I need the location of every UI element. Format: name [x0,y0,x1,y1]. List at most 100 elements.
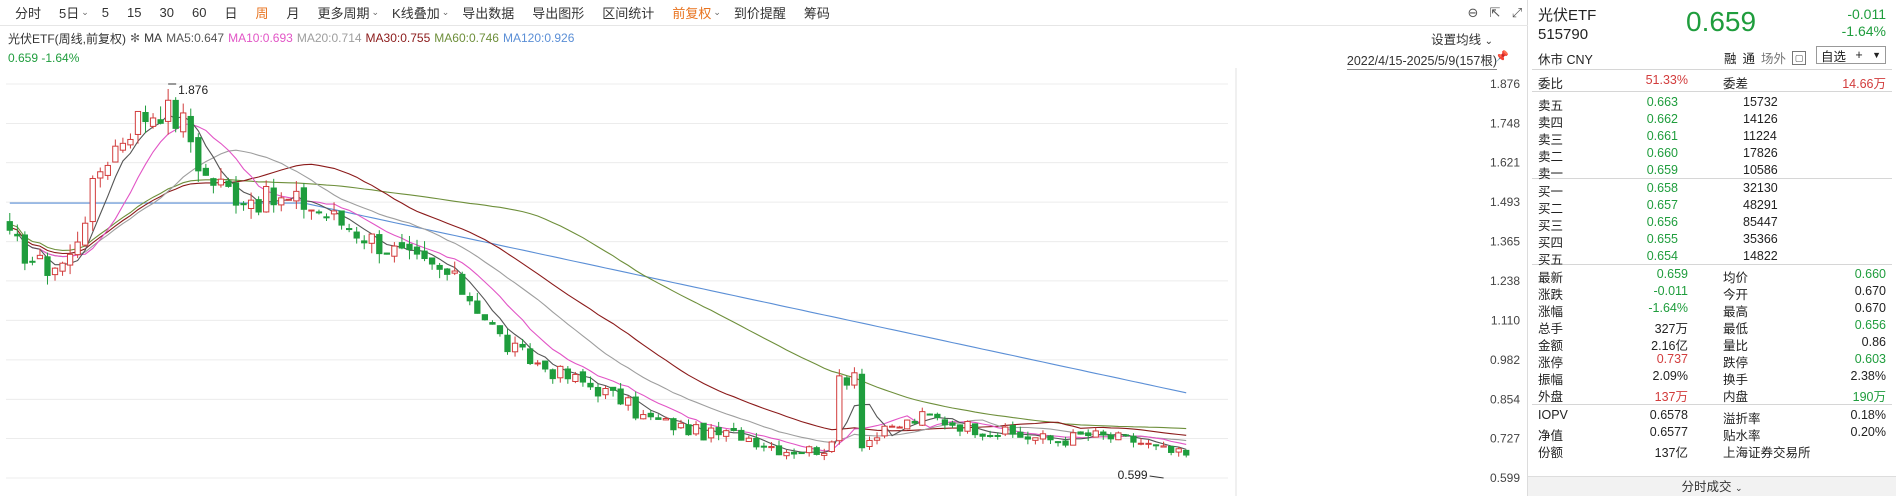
candle-body [142,111,149,123]
kline-plot[interactable]: 1.876 1.748 1.621 1.493 1.365 1.238 1.110 0.982… [0,0,1528,496]
candle-body [255,199,262,213]
candle-body [202,167,209,176]
stat-value: 137万 [1654,390,1688,404]
candle-body [247,199,255,210]
candle-body [82,222,89,246]
ask-price: 0.663 [1646,95,1678,109]
candle-body [542,360,549,370]
bid-row: 买一 0.658 32130 [1538,181,1886,199]
candle-body [391,245,398,257]
stat-value: 0.659 [1656,267,1688,281]
candle-body [172,99,179,129]
bid-row: 买三 0.656 85447 [1538,215,1886,233]
stat-value: 0.737 [1656,352,1688,366]
candle-body [195,137,202,172]
candle-body [376,234,383,255]
candle-body [511,342,519,353]
candle-body [632,396,639,419]
stat-value: 0.660 [1854,267,1886,281]
candle-body [1160,445,1167,448]
ask-row: 卖四 0.662 14126 [1538,112,1886,130]
caret-down-icon: ▼ [1872,50,1881,60]
candle-body [1107,434,1114,440]
candle-body [361,240,368,244]
stat-label: 内盘 [1723,390,1749,404]
ma-settings-label: 设置均线 [1431,33,1482,47]
candle-body [232,182,240,206]
stat-label: 外盘 [1538,390,1564,404]
candle-body [873,437,881,441]
pin-icon[interactable]: 📌 [1495,50,1509,63]
bid-row: 买五 0.654 14822 [1538,249,1886,267]
stat-row: 最新 0.659 均价 0.660 [1538,267,1886,285]
candle-body [1032,437,1039,441]
margin-tag[interactable]: 融 [1724,48,1737,67]
candle-body [557,365,564,379]
candle-body [1152,444,1160,447]
ma5-value: MA5:0.647 [166,31,225,45]
candle-body [609,386,617,391]
bid-row: 买二 0.657 48291 [1538,198,1886,216]
candle-body [504,334,511,353]
candle-body [59,262,66,272]
ma-settings-icon[interactable]: ✻ [130,31,140,45]
candle-body [285,198,292,201]
candle-body [474,300,481,314]
candle-body [300,187,308,210]
bid-price: 0.656 [1646,215,1678,229]
y-tick-label: 1.238 [1490,274,1520,288]
candle-body [587,382,594,388]
candle-body [6,221,13,231]
otc-tag[interactable]: 场外 [1761,48,1786,67]
ask-price: 0.659 [1646,163,1678,177]
date-range[interactable]: 2022/4/15-2025/5/9(157根) [1346,50,1497,70]
stat-value: 2.09% [1652,369,1688,383]
ma5-line [16,114,1187,453]
candle-body [1002,426,1009,435]
ma-label: MA [144,31,163,45]
candle-body [1183,449,1190,456]
chevron-down-icon: ⌄ [1484,36,1493,47]
connect-tag[interactable]: 通 [1743,48,1756,67]
ask-volume: 15732 [1743,95,1778,109]
grid-icon[interactable]: ▢ [1792,50,1807,65]
etf-label: 上海证券交易所 [1723,446,1811,460]
etf-row: 净值 0.6577 贴水率 0.20% [1538,425,1886,443]
tick-trades-tab[interactable]: 分时成交 ⌄ [1528,476,1896,496]
candle-body [421,250,428,260]
candle-body [293,190,300,202]
candle-body [165,99,172,122]
add-favorite-button[interactable]: 自选 + ▼ [1816,46,1886,64]
candle-body [1017,431,1024,438]
stat-value: 0.656 [1854,318,1886,332]
price-change: -0.011 -1.64% [1842,6,1886,40]
last-price: 0.659 [1686,6,1757,37]
ma120-value: MA120:0.926 [502,31,575,45]
etf-row: IOPV 0.6578 溢折率 0.18% [1538,408,1886,426]
candle-body [330,210,338,215]
candle-body [51,267,59,276]
candle-body [97,171,104,179]
candle-body [941,419,949,426]
candle-body [911,420,918,424]
ma-settings-button[interactable]: 设置均线 ⌄ [1431,29,1493,48]
candle-body [89,177,96,223]
candle-body [647,412,654,418]
candle-body [157,119,164,124]
candle-body [783,451,790,457]
stat-value: 0.86 [1861,335,1886,349]
candle-body [187,115,194,143]
ask-volume: 17826 [1743,146,1778,160]
bid-row: 买四 0.655 35366 [1538,232,1886,250]
kline-chart-area[interactable]: 分时 5日 ⌄ 5 15 30 60 日周月更多周期 ⌄ K线叠加 ⌄ 导出数据 导出图形 区间统计 前复权… [0,0,1528,496]
ask-volume: 14126 [1743,112,1778,126]
candle-body [919,411,926,426]
candle-body [662,418,670,421]
candle-body [828,441,835,453]
candle-body [406,243,413,251]
etf-value: 0.6578 [1649,408,1688,422]
candle-body [1168,445,1175,453]
y-tick-label: 0.982 [1490,353,1520,367]
etf-label: 份额 [1538,446,1564,460]
y-tick-label: 1.621 [1490,156,1520,170]
